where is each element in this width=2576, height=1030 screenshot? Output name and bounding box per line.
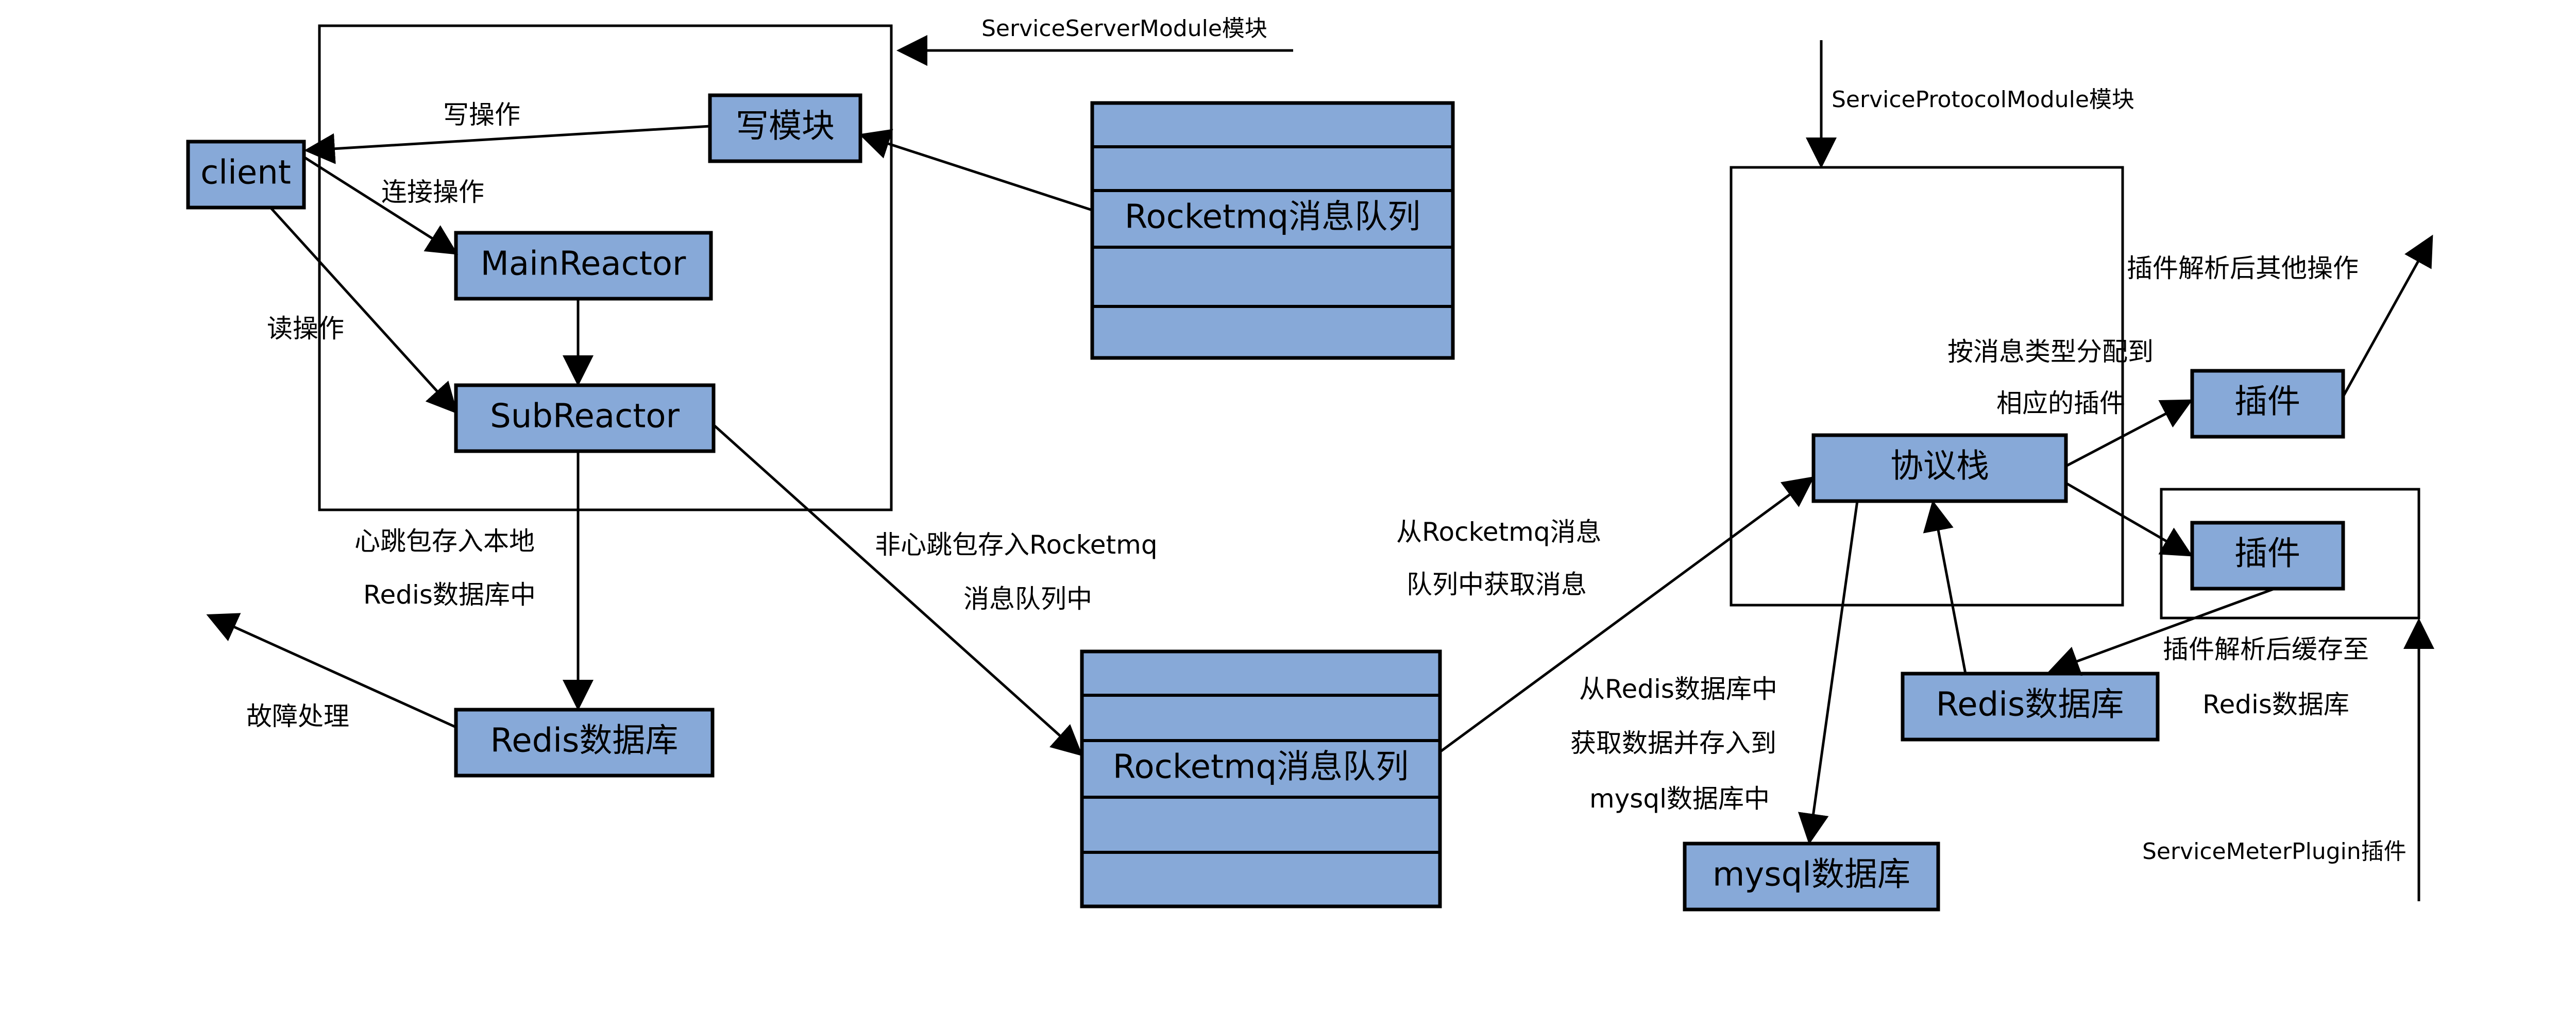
- label-fetch-2: 队列中获取消息: [1406, 570, 1587, 599]
- main-reactor-node: MainReactor: [454, 231, 713, 301]
- redis-db-right-node: Redis数据库: [1901, 672, 2160, 742]
- rocketmq-top-label: Rocketmq消息队列: [1125, 198, 1420, 236]
- arrow-write-to-client: [304, 125, 710, 164]
- label-non-heartbeat-1: 非心跳包存入Rocketmq: [875, 530, 1158, 560]
- client-node: client: [186, 140, 306, 210]
- label-redis-fetch-3: mysql数据库中: [1589, 784, 1770, 814]
- write-module-label: 写模块: [736, 108, 835, 146]
- sub-reactor-label: SubReactor: [490, 398, 680, 436]
- label-dispatch-2: 相应的插件: [1996, 388, 2125, 418]
- label-heartbeat-1: 心跳包存入本地: [354, 526, 535, 556]
- label-read-op: 读操作: [267, 314, 344, 344]
- label-redis-fetch-1: 从Redis数据库中: [1579, 674, 1777, 704]
- service-protocol-module-container: [1730, 166, 2124, 607]
- protocol-stack-label: 协议栈: [1890, 448, 1989, 486]
- label-connect-op: 连接操作: [381, 177, 484, 207]
- rocketmq-top-node: Rocketmq消息队列: [1090, 101, 1455, 360]
- label-redis-fetch-2: 获取数据并存入到: [1570, 728, 1776, 758]
- arrow-rocketmq-to-write: [859, 129, 1093, 212]
- main-reactor-label: MainReactor: [481, 245, 686, 283]
- label-plugin-cache-2: Redis数据库: [2202, 690, 2349, 719]
- plugin-1-label: 插件: [2234, 383, 2300, 421]
- label-fault-handling: 故障处理: [246, 701, 349, 731]
- redis-db-right-label: Redis数据库: [1936, 686, 2124, 724]
- mysql-db-label: mysql数据库: [1713, 856, 1910, 894]
- label-service-server-module: ServiceServerModule模块: [981, 15, 1267, 42]
- rocketmq-center-label: Rocketmq消息队列: [1113, 748, 1409, 786]
- label-dispatch-1: 按消息类型分配到: [1947, 337, 2154, 367]
- rocketmq-center-node: Rocketmq消息队列: [1080, 649, 1442, 908]
- sub-reactor-node: SubReactor: [454, 383, 716, 453]
- plugin-2-label: 插件: [2234, 535, 2300, 573]
- write-module-node: 写模块: [708, 93, 862, 163]
- label-service-meter-plugin: ServiceMeterPlugin插件: [2142, 838, 2406, 865]
- client-label: client: [200, 154, 291, 192]
- architecture-diagram: client 写模块 MainReactor SubReactor Redis数…: [186, 15, 2434, 912]
- label-service-protocol-module: ServiceProtocolModule模块: [1832, 87, 2134, 113]
- label-non-heartbeat-2: 消息队列中: [963, 584, 1092, 614]
- arrow-client-to-sub: [269, 207, 458, 414]
- plugin-2-node: 插件: [2190, 521, 2345, 591]
- label-plugin-other-ops: 插件解析后其他操作: [2127, 253, 2359, 283]
- label-plugin-cache-1: 插件解析后缓存至: [2163, 634, 2369, 664]
- label-write-op: 写操作: [443, 100, 520, 130]
- arrow-protocol-to-plugin2: [2065, 482, 2193, 557]
- arrow-redis-to-protocol: [1923, 500, 1967, 674]
- protocol-stack-node: 协议栈: [1811, 433, 2068, 503]
- label-heartbeat-2: Redis数据库中: [363, 580, 536, 610]
- redis-db-left-label: Redis数据库: [490, 722, 679, 760]
- arrow-protocol-to-mysql: [1798, 501, 1859, 845]
- plugin-1-node: 插件: [2190, 369, 2345, 439]
- label-fetch-1: 从Rocketmq消息: [1396, 517, 1602, 547]
- mysql-db-node: mysql数据库: [1683, 842, 1940, 912]
- redis-db-left-node: Redis数据库: [454, 708, 715, 778]
